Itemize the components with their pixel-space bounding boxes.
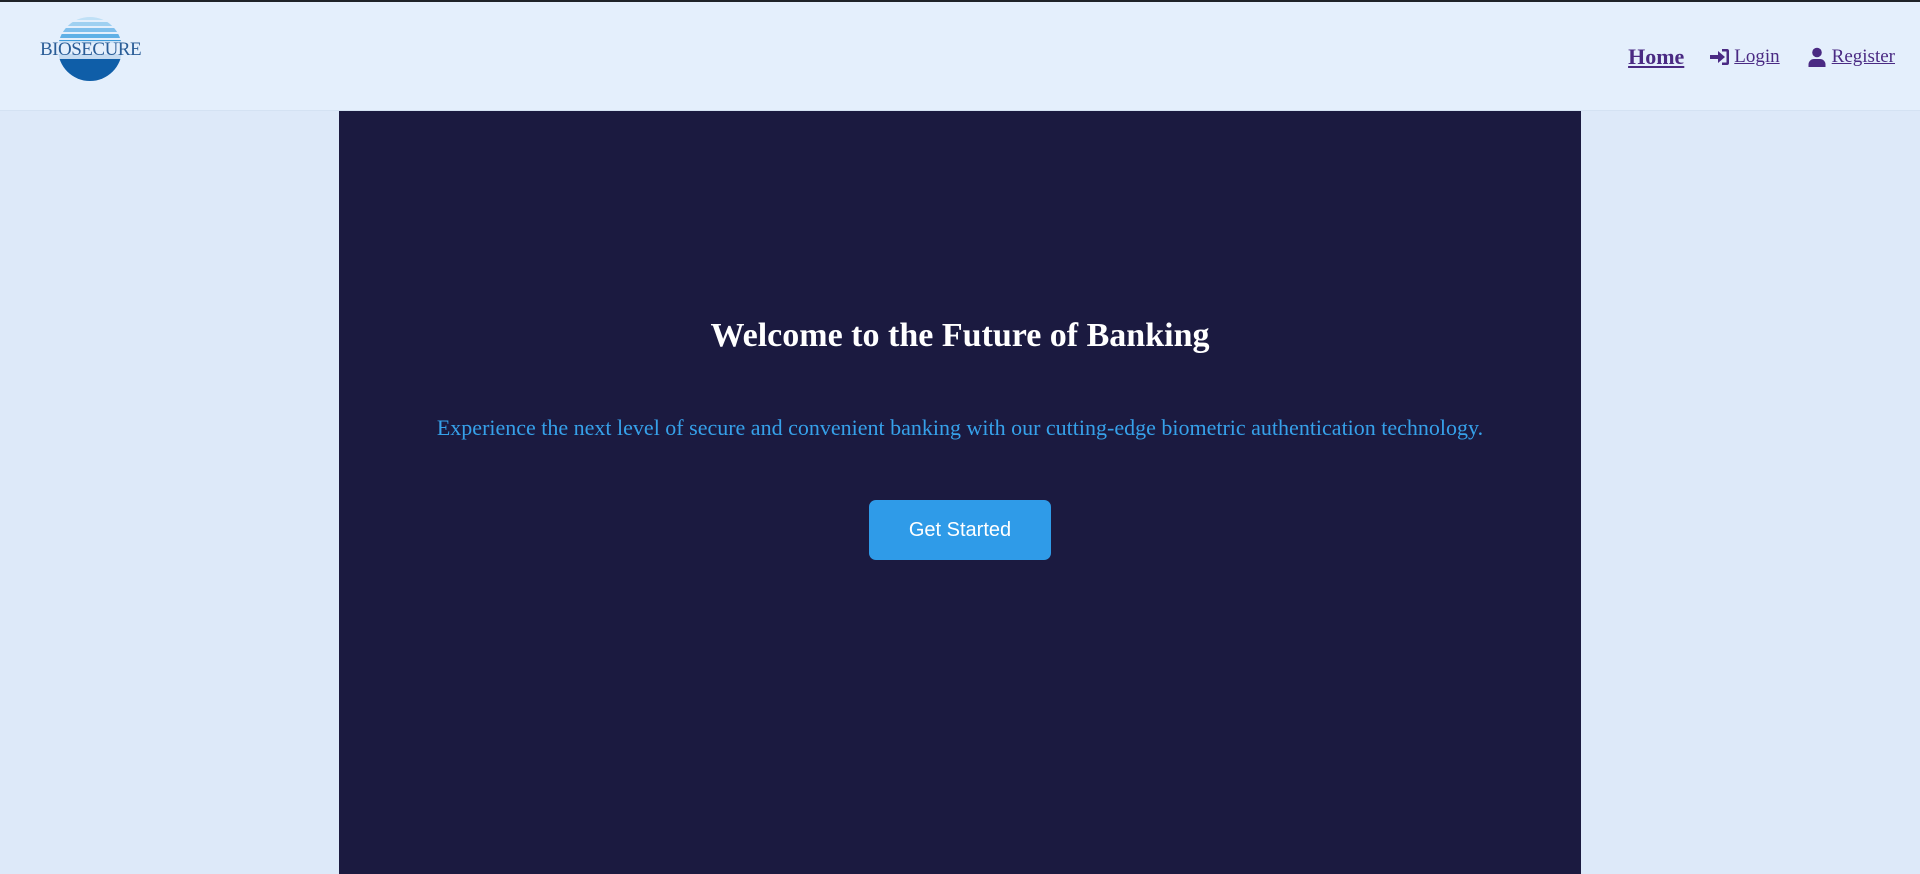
sign-in-icon	[1708, 46, 1730, 68]
user-icon	[1806, 46, 1828, 68]
nav-home-link[interactable]: Home	[1628, 44, 1684, 70]
nav-register-label: Register	[1831, 46, 1895, 67]
nav-register-link[interactable]: Register	[1806, 46, 1895, 68]
get-started-button[interactable]: Get Started	[869, 500, 1051, 560]
hero-section: Welcome to the Future of Banking Experie…	[339, 111, 1581, 874]
main-nav: Home Login Register	[1628, 42, 1895, 72]
nav-login-label: Login	[1734, 46, 1780, 67]
site-header: BIOSECURE Home Login Register	[0, 2, 1920, 111]
hero-title: Welcome to the Future of Banking	[710, 317, 1210, 354]
logo-text: BIOSECURE	[40, 39, 142, 60]
biosecure-logo[interactable]: BIOSECURE	[38, 16, 142, 82]
hero-subtitle: Experience the next level of secure and …	[436, 415, 1484, 440]
nav-login-link[interactable]: Login	[1708, 46, 1780, 68]
